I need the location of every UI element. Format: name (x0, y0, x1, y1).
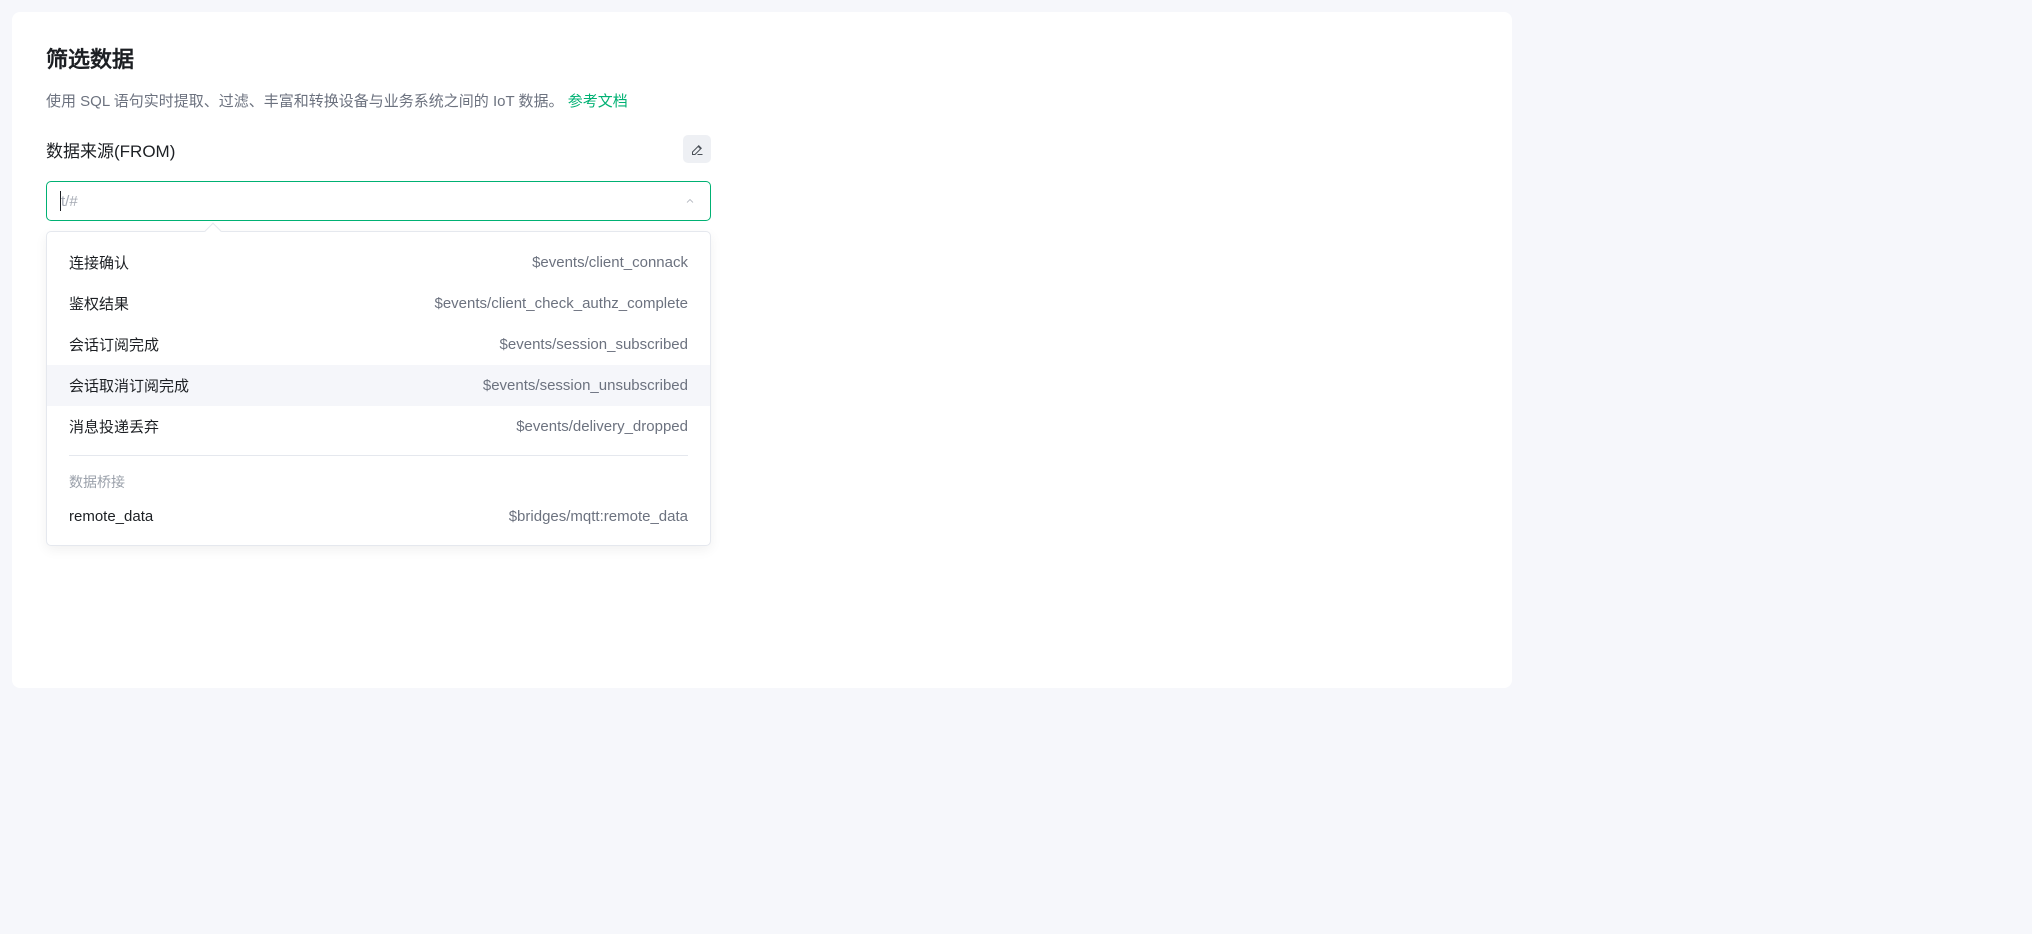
dropdown-arrow (205, 223, 222, 240)
dropdown-items-container: 连接确认 $events/client_connack 鉴权结果 $events/cl… (47, 242, 710, 447)
from-select-input[interactable] (61, 193, 684, 210)
from-section-row: 数据来源(FROM) (46, 135, 711, 163)
dropdown-group-label: 数据桥接 (47, 464, 710, 498)
text-cursor (60, 191, 61, 211)
edit-icon (690, 142, 705, 157)
dropdown-item-label: 会话订阅完成 (69, 334, 159, 355)
dropdown-item-label: remote_data (69, 508, 153, 525)
from-select[interactable] (46, 181, 711, 221)
dropdown-item[interactable]: 消息投递丢弃 $events/delivery_dropped (47, 406, 710, 447)
chevron-up-icon (684, 195, 696, 207)
dropdown-item-value: $events/client_check_authz_complete (435, 295, 689, 312)
filter-data-card: 筛选数据 使用 SQL 语句实时提取、过滤、丰富和转换设备与业务系统之间的 Io… (12, 12, 1512, 688)
dropdown-item-label: 鉴权结果 (69, 293, 129, 314)
from-select-wrapper: 连接确认$events/client_connack鉴权结果$events/cl… (46, 181, 711, 221)
dropdown-item-label: 连接确认 (69, 252, 129, 273)
dropdown-item[interactable]: 连接确认 $events/client_connack (47, 242, 710, 283)
dropdown-bridge-container: remote_data $bridges/mqtt:remote_data (47, 498, 710, 535)
dropdown-item-value: $events/session_unsubscribed (483, 377, 688, 394)
dropdown-bridge-item[interactable]: remote_data $bridges/mqtt:remote_data (47, 498, 710, 535)
dropdown-divider (69, 455, 688, 456)
dropdown-item-value: $bridges/mqtt:remote_data (509, 508, 688, 525)
page-title: 筛选数据 (46, 42, 1478, 74)
dropdown-item[interactable]: 会话订阅完成 $events/session_subscribed (47, 324, 710, 365)
from-label: 数据来源(FROM) (46, 137, 175, 162)
dropdown-item-value: $events/client_connack (532, 254, 688, 271)
edit-sql-button[interactable] (683, 135, 711, 163)
doc-link[interactable]: 参考文档 (568, 93, 628, 110)
dropdown-item-label: 消息投递丢弃 (69, 416, 159, 437)
dropdown-item-value: $events/session_subscribed (500, 336, 688, 353)
dropdown-item-label: 会话取消订阅完成 (69, 375, 189, 396)
page-subtitle: 使用 SQL 语句实时提取、过滤、丰富和转换设备与业务系统之间的 IoT 数据。… (46, 90, 1478, 111)
dropdown-item[interactable]: 鉴权结果 $events/client_check_authz_complete (47, 283, 710, 324)
dropdown-item-value: $events/delivery_dropped (516, 418, 688, 435)
subtitle-text: 使用 SQL 语句实时提取、过滤、丰富和转换设备与业务系统之间的 IoT 数据。 (46, 93, 564, 110)
from-dropdown: 连接确认 $events/client_connack 鉴权结果 $events/cl… (46, 231, 711, 546)
dropdown-item[interactable]: 会话取消订阅完成 $events/session_unsubscribed (47, 365, 710, 406)
